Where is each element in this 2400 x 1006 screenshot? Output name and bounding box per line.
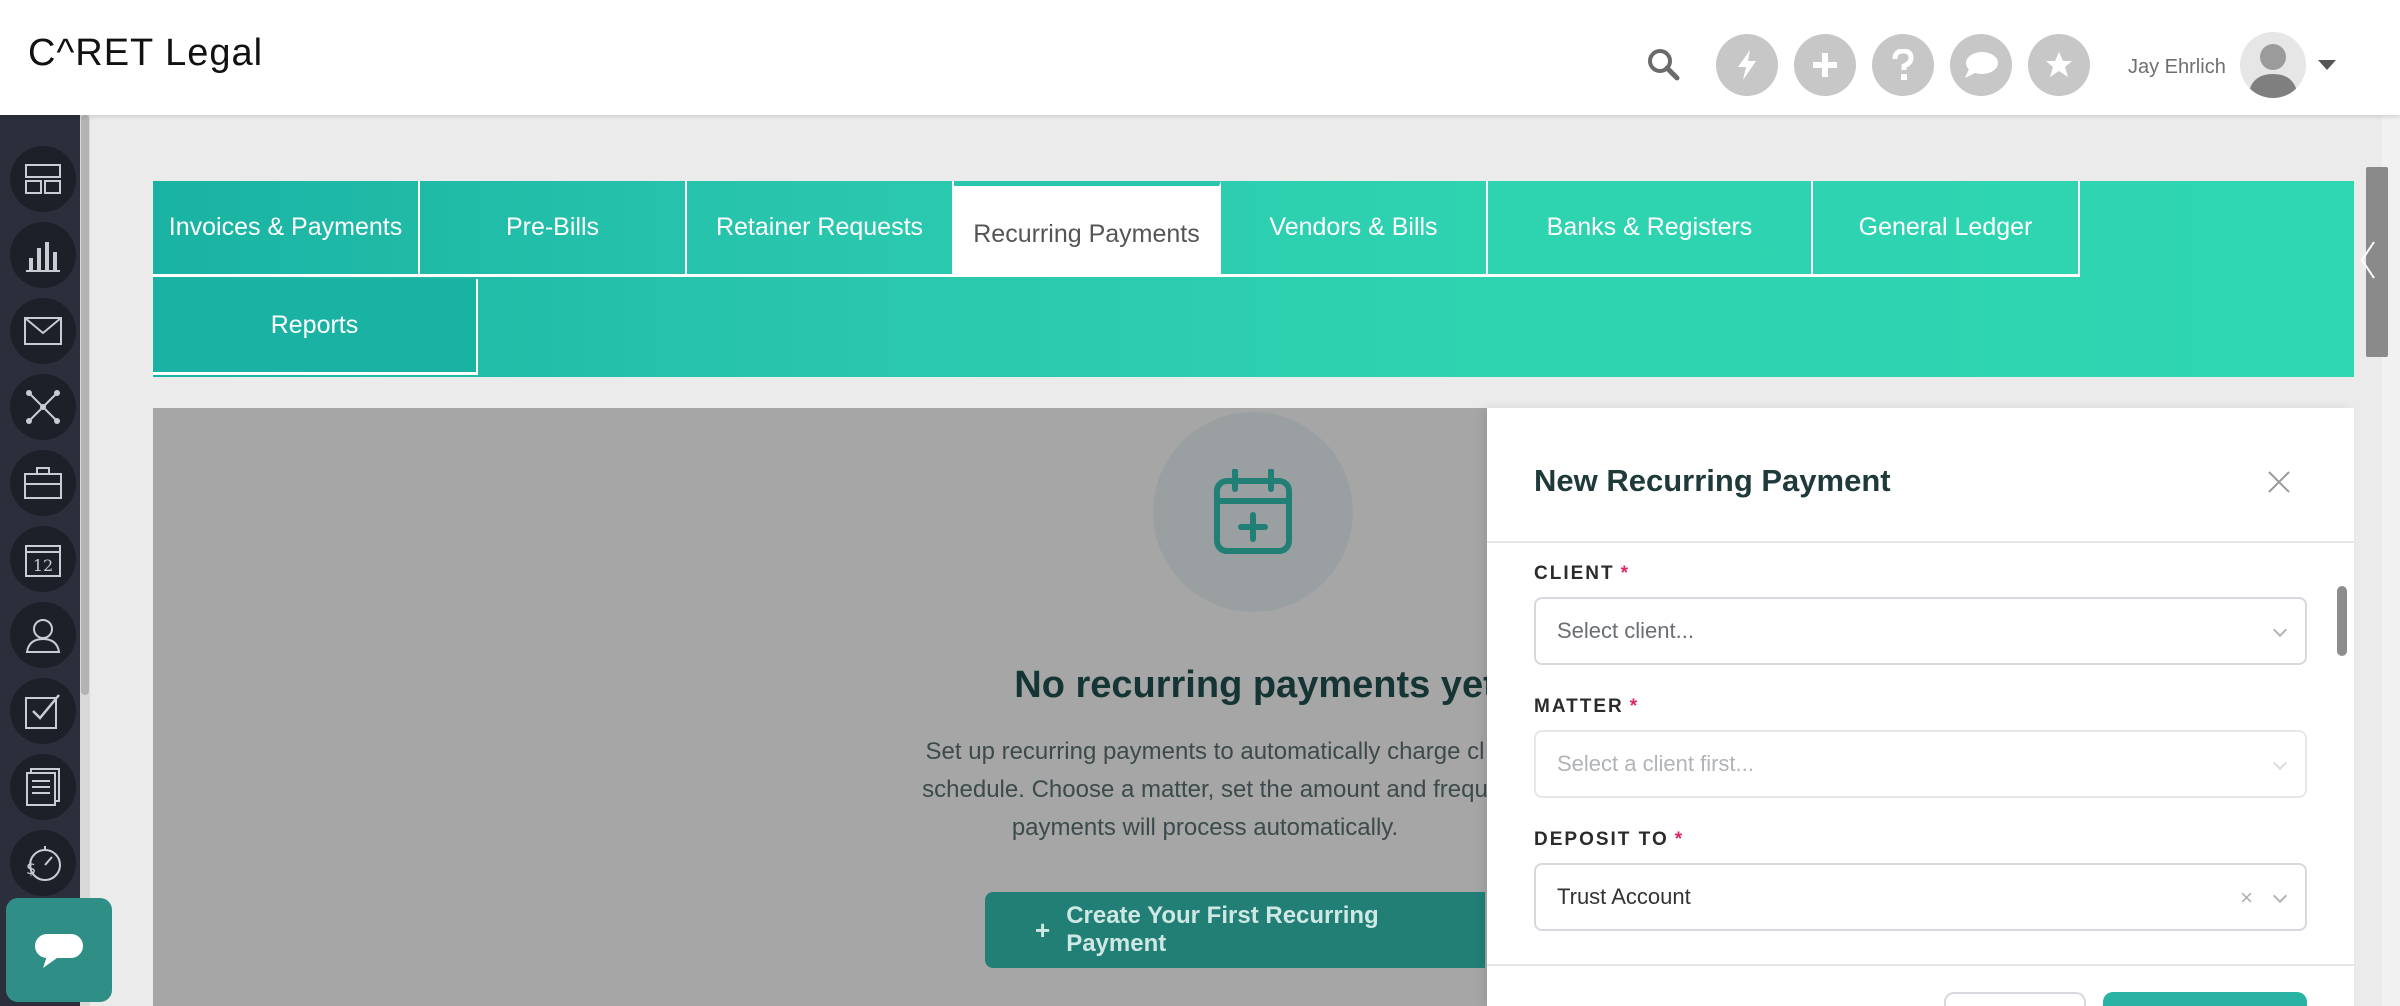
chart-icon bbox=[26, 242, 60, 272]
favorites-button[interactable] bbox=[2028, 34, 2090, 96]
tab-label: Invoices & Payments bbox=[168, 213, 403, 241]
tab-label: Pre-Bills bbox=[505, 213, 600, 241]
tab-general-ledger[interactable]: General Ledger bbox=[1813, 181, 2080, 277]
documents-icon bbox=[26, 768, 60, 806]
empty-state-illustration bbox=[1153, 412, 1353, 612]
tab-pre-bills[interactable]: Pre-Bills bbox=[420, 181, 687, 277]
sidebar-item-billing[interactable]: $ bbox=[10, 830, 76, 896]
sidebar-item-documents[interactable] bbox=[10, 754, 76, 820]
panel-scrollbar-thumb[interactable] bbox=[2337, 586, 2347, 656]
sidebar-item-dashboard[interactable] bbox=[10, 146, 76, 212]
lightning-icon bbox=[1738, 50, 1756, 80]
sidebar-item-relationships[interactable] bbox=[10, 374, 76, 440]
top-bar: C^RET Legal Jay Ehrlich bbox=[0, 0, 2400, 115]
network-icon bbox=[26, 390, 60, 424]
required-mark: * bbox=[1674, 829, 1685, 850]
plus-icon bbox=[1813, 53, 1837, 77]
briefcase-icon bbox=[24, 467, 62, 499]
required-mark: * bbox=[1620, 563, 1631, 584]
chat-bubble-icon bbox=[35, 934, 83, 968]
empty-state-description: Set up recurring payments to automatical… bbox=[922, 738, 1488, 841]
plus-icon: + bbox=[1035, 914, 1051, 945]
panel-title: New Recurring Payment bbox=[1534, 463, 1891, 498]
user-menu-chevron-icon[interactable] bbox=[2318, 60, 2336, 70]
tab-retainer-requests[interactable]: Retainer Requests bbox=[687, 181, 954, 277]
tab-invoices-payments[interactable]: Invoices & Payments bbox=[153, 181, 420, 277]
chevron-down-icon bbox=[2272, 888, 2288, 904]
svg-text:$: $ bbox=[26, 859, 36, 878]
tab-label: Recurring Payments bbox=[973, 219, 1200, 248]
search-icon bbox=[1648, 49, 1680, 81]
deposit-to-select[interactable]: Trust Account × bbox=[1534, 863, 2307, 931]
support-chat-button[interactable] bbox=[6, 898, 112, 1002]
star-icon bbox=[2046, 52, 2072, 77]
chevron-down-icon bbox=[2272, 622, 2288, 638]
sidebar-item-contacts[interactable] bbox=[10, 602, 76, 668]
matter-label: MATTER * bbox=[1534, 696, 1640, 717]
tab-label: Retainer Requests bbox=[715, 213, 924, 241]
panel-footer-divider bbox=[1487, 964, 2354, 966]
messages-button[interactable] bbox=[1950, 34, 2012, 96]
close-icon[interactable] bbox=[2267, 470, 2291, 494]
cta-label: Create Your First Recurring Payment bbox=[1066, 902, 1379, 957]
search-button[interactable] bbox=[1645, 46, 1681, 82]
billing-icon: $ bbox=[26, 846, 61, 881]
tab-banks-registers[interactable]: Banks & Registers bbox=[1488, 181, 1813, 277]
matter-select[interactable]: Select a client first... bbox=[1534, 730, 2307, 798]
deposit-to-value: Trust Account bbox=[1557, 884, 1691, 909]
chevron-down-icon bbox=[2272, 755, 2288, 771]
required-mark: * bbox=[1629, 696, 1640, 717]
help-icon bbox=[1892, 49, 1914, 80]
sidebar-scrollbar-thumb[interactable] bbox=[81, 115, 89, 695]
add-new-button[interactable] bbox=[1794, 34, 1856, 96]
sidebar-item-tasks[interactable] bbox=[10, 678, 76, 744]
client-placeholder: Select client... bbox=[1557, 618, 1694, 643]
dashboard-icon bbox=[25, 164, 61, 194]
billing-tabs: Invoices & Payments Pre-Bills Retainer R… bbox=[153, 181, 2354, 377]
sidebar-item-calendar[interactable]: 12 bbox=[10, 526, 76, 592]
tab-label: Vendors & Bills bbox=[1269, 213, 1438, 241]
tab-label: Reports bbox=[270, 311, 359, 339]
empty-state-title: No recurring payments yet bbox=[1014, 664, 1496, 706]
collapse-panel-icon[interactable] bbox=[2358, 240, 2378, 280]
tab-label: Banks & Registers bbox=[1546, 213, 1753, 241]
calendar-plus-icon bbox=[1214, 469, 1292, 554]
help-button[interactable] bbox=[1872, 34, 1934, 96]
panel-divider bbox=[1487, 541, 2354, 543]
save-button[interactable] bbox=[2103, 992, 2307, 1006]
deposit-to-label: DEPOSIT TO * bbox=[1534, 829, 1685, 850]
tab-reports[interactable]: Reports bbox=[153, 279, 478, 375]
sidebar-item-matters[interactable] bbox=[10, 450, 76, 516]
sidebar-item-reports[interactable] bbox=[10, 222, 76, 288]
chat-icon bbox=[1965, 52, 1998, 78]
contacts-icon bbox=[25, 619, 61, 653]
mail-icon bbox=[24, 317, 62, 345]
calendar-icon: 12 bbox=[25, 545, 61, 577]
client-select[interactable]: Select client... bbox=[1534, 597, 2307, 665]
tab-vendors-bills[interactable]: Vendors & Bills bbox=[1221, 181, 1488, 277]
user-avatar-icon bbox=[2248, 44, 2298, 98]
calendar-day: 12 bbox=[33, 556, 53, 575]
sidebar-item-mail[interactable] bbox=[10, 298, 76, 364]
tab-label: General Ledger bbox=[1858, 213, 2033, 241]
avatar[interactable] bbox=[2240, 32, 2306, 98]
tasks-icon bbox=[25, 694, 60, 729]
matter-placeholder: Select a client first... bbox=[1557, 751, 1754, 776]
new-recurring-payment-panel: New Recurring Payment CLIENT * Select cli… bbox=[1487, 408, 2354, 1006]
user-name[interactable]: Jay Ehrlich bbox=[2128, 56, 2226, 79]
tab-recurring-payments[interactable]: Recurring Payments bbox=[954, 181, 1221, 277]
clear-selection-icon[interactable]: × bbox=[2240, 885, 2253, 911]
logo-text: C^RET Legal bbox=[28, 32, 264, 74]
app-logo[interactable]: C^RET Legal bbox=[28, 32, 263, 75]
quick-actions-button[interactable] bbox=[1716, 34, 1778, 96]
cancel-button[interactable] bbox=[1944, 992, 2086, 1006]
client-label: CLIENT * bbox=[1534, 563, 1631, 584]
create-recurring-payment-button[interactable]: + Create Your First Recurring Payment bbox=[985, 892, 1485, 968]
